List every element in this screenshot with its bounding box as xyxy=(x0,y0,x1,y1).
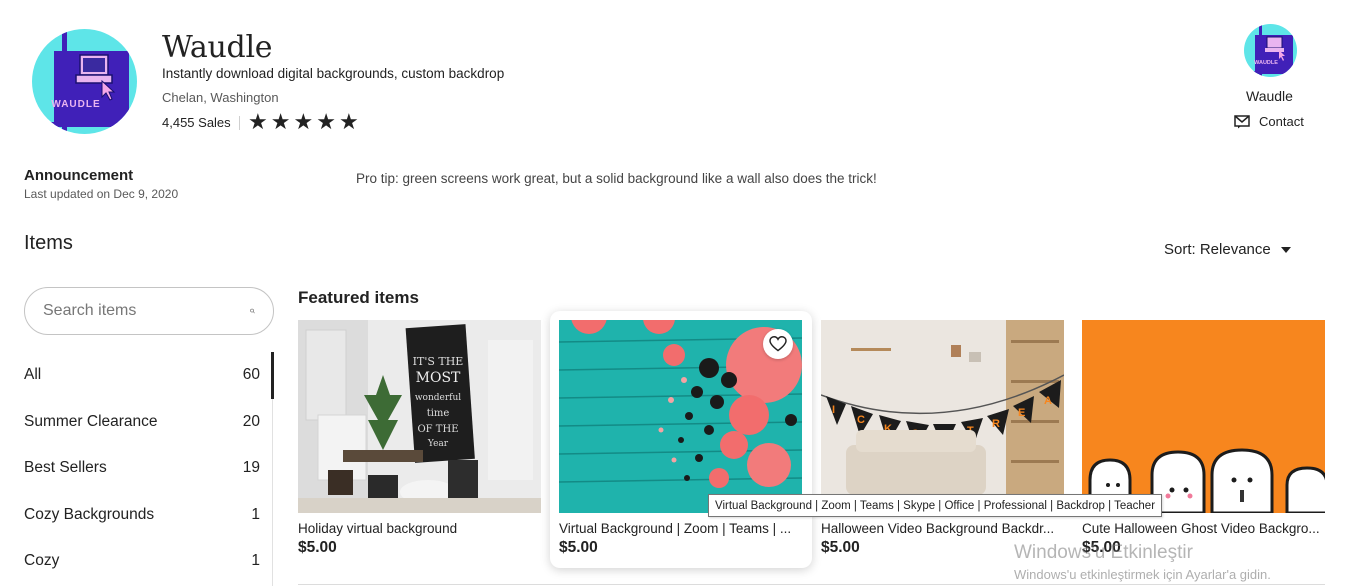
listing-price: $5.00 xyxy=(298,539,337,556)
star-icon: ★ xyxy=(316,109,336,134)
category-count: 20 xyxy=(242,412,260,430)
section-divider xyxy=(298,584,1325,585)
featured-heading: Featured items xyxy=(298,288,419,307)
owner-avatar[interactable]: WAUDLE xyxy=(1244,24,1297,77)
computer-logo-icon: WAUDLE xyxy=(32,29,137,134)
listing-card[interactable]: ICK ORT REA Halloween Video Background B… xyxy=(821,320,1064,557)
star-icon: ★ xyxy=(248,109,268,134)
svg-text:E: E xyxy=(1018,407,1025,419)
category-count: 19 xyxy=(242,459,260,477)
announcement-title: Announcement xyxy=(24,167,134,184)
svg-text:A: A xyxy=(1044,395,1052,407)
category-count: 60 xyxy=(242,366,260,384)
sort-label: Sort: Relevance xyxy=(1164,241,1271,258)
category-item-cozy[interactable]: Cozy 1 xyxy=(24,538,274,585)
contact-label: Contact xyxy=(1259,114,1304,129)
heart-icon xyxy=(769,336,787,352)
svg-text:wonderful: wonderful xyxy=(415,393,461,403)
listing-image[interactable] xyxy=(559,320,802,513)
listing-title[interactable]: Halloween Video Background Backdr... xyxy=(821,521,1064,536)
category-list: All 60 Summer Clearance 20 Best Sellers … xyxy=(24,352,274,585)
sort-dropdown[interactable]: Sort: Relevance xyxy=(1164,241,1291,258)
star-icon: ★ xyxy=(338,109,359,134)
star-icon: ★ xyxy=(270,109,291,134)
listing-image[interactable]: ICK ORT REA xyxy=(821,320,1064,513)
sales-divider xyxy=(239,116,240,130)
mail-icon xyxy=(1234,114,1250,128)
category-count: 1 xyxy=(251,552,260,570)
caret-down-icon xyxy=(1280,246,1291,253)
shop-name: Waudle xyxy=(162,30,273,65)
shop-logo: WAUDLE xyxy=(32,29,137,134)
svg-text:I: I xyxy=(832,404,835,416)
svg-text:WAUDLE: WAUDLE xyxy=(51,99,100,110)
svg-text:IT'S THE: IT'S THE xyxy=(413,355,464,368)
listing-image[interactable] xyxy=(1082,320,1325,513)
announcement-text: Pro tip: green screens work great, but a… xyxy=(356,171,877,186)
star-icon: ★ xyxy=(293,109,314,134)
svg-text:C: C xyxy=(857,414,865,426)
listing-image[interactable]: IT'S THE MOST wonderful time OF THE Year xyxy=(298,320,541,513)
sales-count: 4,455 Sales xyxy=(162,115,231,130)
search-input[interactable] xyxy=(43,302,250,320)
category-label: Best Sellers xyxy=(24,459,107,477)
favorite-button[interactable] xyxy=(763,329,793,359)
computer-logo-icon: WAUDLE xyxy=(1244,24,1297,77)
activation-watermark-text: Windows'u etkinleştirmek için Ayarlar'a … xyxy=(1014,567,1271,582)
listing-card[interactable]: IT'S THE MOST wonderful time OF THE Year… xyxy=(298,320,541,557)
shop-location: Chelan, Washington xyxy=(162,90,279,105)
listing-card[interactable]: Virtual Background | Zoom | Teams | ... … xyxy=(559,320,802,557)
listing-title[interactable]: Virtual Background | Zoom | Teams | ... xyxy=(559,521,802,536)
listing-title[interactable]: Holiday virtual background xyxy=(298,521,541,536)
category-item-summer-clearance[interactable]: Summer Clearance 20 xyxy=(24,399,274,446)
category-item-cozy-backgrounds[interactable]: Cozy Backgrounds 1 xyxy=(24,492,274,539)
listing-card[interactable]: Cute Halloween Ghost Video Backgro... $5… xyxy=(1082,320,1325,557)
svg-text:MOST: MOST xyxy=(416,370,461,386)
category-label: Cozy xyxy=(24,552,60,570)
search-box[interactable] xyxy=(24,287,274,335)
shop-tagline: Instantly download digital backgrounds, … xyxy=(162,66,505,81)
activation-watermark-title: Windows'u Etkinleştir xyxy=(1014,542,1193,563)
items-heading: Items xyxy=(24,232,73,254)
category-label: Summer Clearance xyxy=(24,412,158,430)
announcement-date: Last updated on Dec 9, 2020 xyxy=(24,187,179,201)
category-label: Cozy Backgrounds xyxy=(24,505,155,523)
listing-title[interactable]: Cute Halloween Ghost Video Backgro... xyxy=(1082,521,1325,536)
svg-text:WAUDLE: WAUDLE xyxy=(1254,60,1278,66)
listing-price: $5.00 xyxy=(559,539,598,556)
contact-button[interactable]: Contact xyxy=(1234,114,1304,129)
search-icon[interactable] xyxy=(250,300,255,322)
svg-text:R: R xyxy=(992,418,1000,430)
listing-title-tooltip: Virtual Background | Zoom | Teams | Skyp… xyxy=(708,494,1163,517)
svg-text:OF THE: OF THE xyxy=(417,424,458,435)
rating-stars[interactable]: ★ ★ ★ ★ ★ xyxy=(248,111,359,133)
category-item-best-sellers[interactable]: Best Sellers 19 xyxy=(24,445,274,492)
owner-name[interactable]: Waudle xyxy=(1246,88,1293,104)
category-label: All xyxy=(24,366,42,384)
category-item-all[interactable]: All 60 xyxy=(24,352,274,399)
svg-text:time: time xyxy=(427,408,450,419)
category-count: 1 xyxy=(251,505,260,523)
svg-text:Year: Year xyxy=(427,439,449,449)
